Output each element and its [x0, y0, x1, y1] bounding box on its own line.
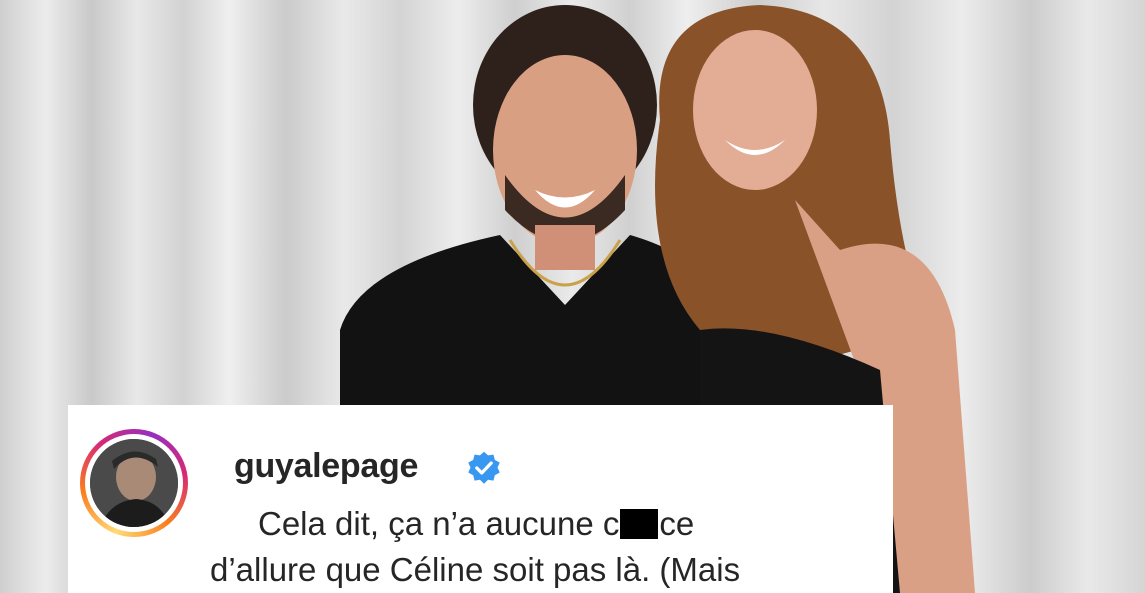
username[interactable]: guyalepage	[234, 447, 418, 486]
verified-badge-icon	[468, 451, 500, 484]
avatar[interactable]	[90, 439, 178, 527]
comment-line-1-end: ce	[659, 505, 695, 542]
instagram-comment-card: guyalepage Cela dit, ça n’a aucune c ce d…	[68, 405, 893, 593]
censor-bar	[620, 509, 659, 539]
comment-line-1-start: Cela dit, ça n’a aucune c	[258, 505, 620, 542]
comment-line-1: Cela dit, ça n’a aucune c ce	[210, 501, 890, 547]
comment-line-2: d’allure que Céline soit pas là. (Mais	[210, 551, 741, 588]
avatar-image	[90, 439, 178, 527]
avatar-story-ring[interactable]	[80, 429, 188, 537]
comment-text: Cela dit, ça n’a aucune c ce d’allure que…	[210, 501, 890, 593]
